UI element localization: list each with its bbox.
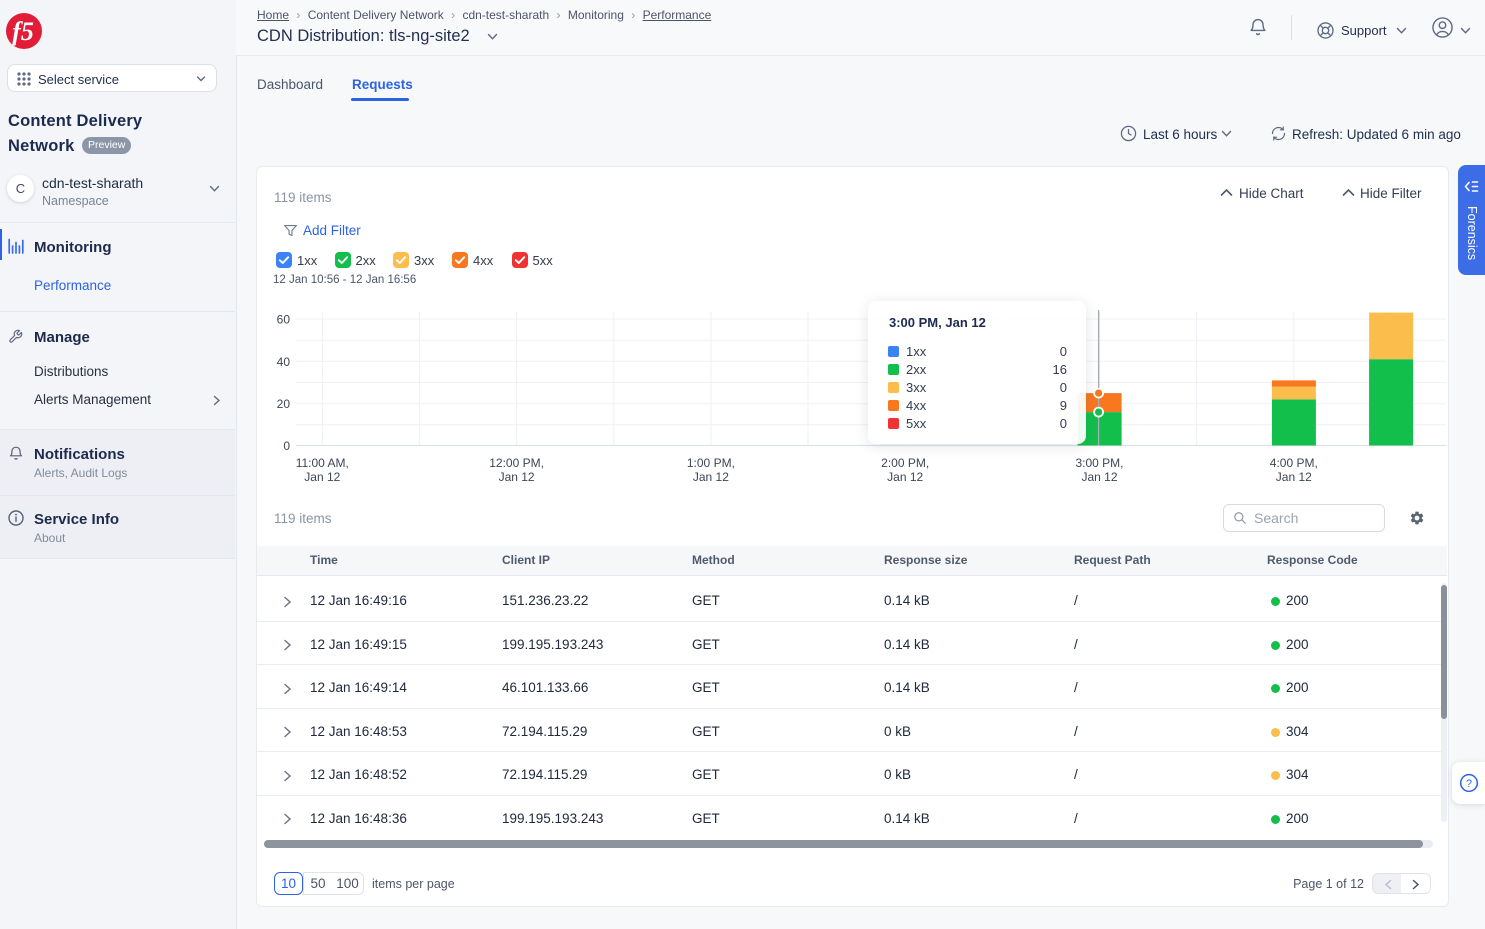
svg-text:Jan 12: Jan 12 <box>304 470 340 484</box>
svg-text:40: 40 <box>277 355 291 369</box>
svg-text:60: 60 <box>277 313 291 327</box>
svg-text:20: 20 <box>277 397 291 411</box>
svg-text:3:00 PM,: 3:00 PM, <box>1075 456 1123 470</box>
svg-text:Jan 12: Jan 12 <box>1081 470 1117 484</box>
svg-text:?: ? <box>1466 778 1472 790</box>
svg-text:11:00 AM,: 11:00 AM, <box>296 456 349 470</box>
svg-text:12:00 PM,: 12:00 PM, <box>489 456 544 470</box>
svg-text:1:00 PM,: 1:00 PM, <box>687 456 735 470</box>
svg-text:Jan 12: Jan 12 <box>1276 470 1312 484</box>
svg-text:0: 0 <box>283 439 290 453</box>
svg-text:Jan 12: Jan 12 <box>499 470 535 484</box>
svg-text:4:00 PM,: 4:00 PM, <box>1270 456 1318 470</box>
svg-text:Jan 12: Jan 12 <box>693 470 729 484</box>
svg-text:Jan 12: Jan 12 <box>887 470 923 484</box>
svg-text:2:00 PM,: 2:00 PM, <box>881 456 929 470</box>
svg-text:f5: f5 <box>12 17 34 46</box>
